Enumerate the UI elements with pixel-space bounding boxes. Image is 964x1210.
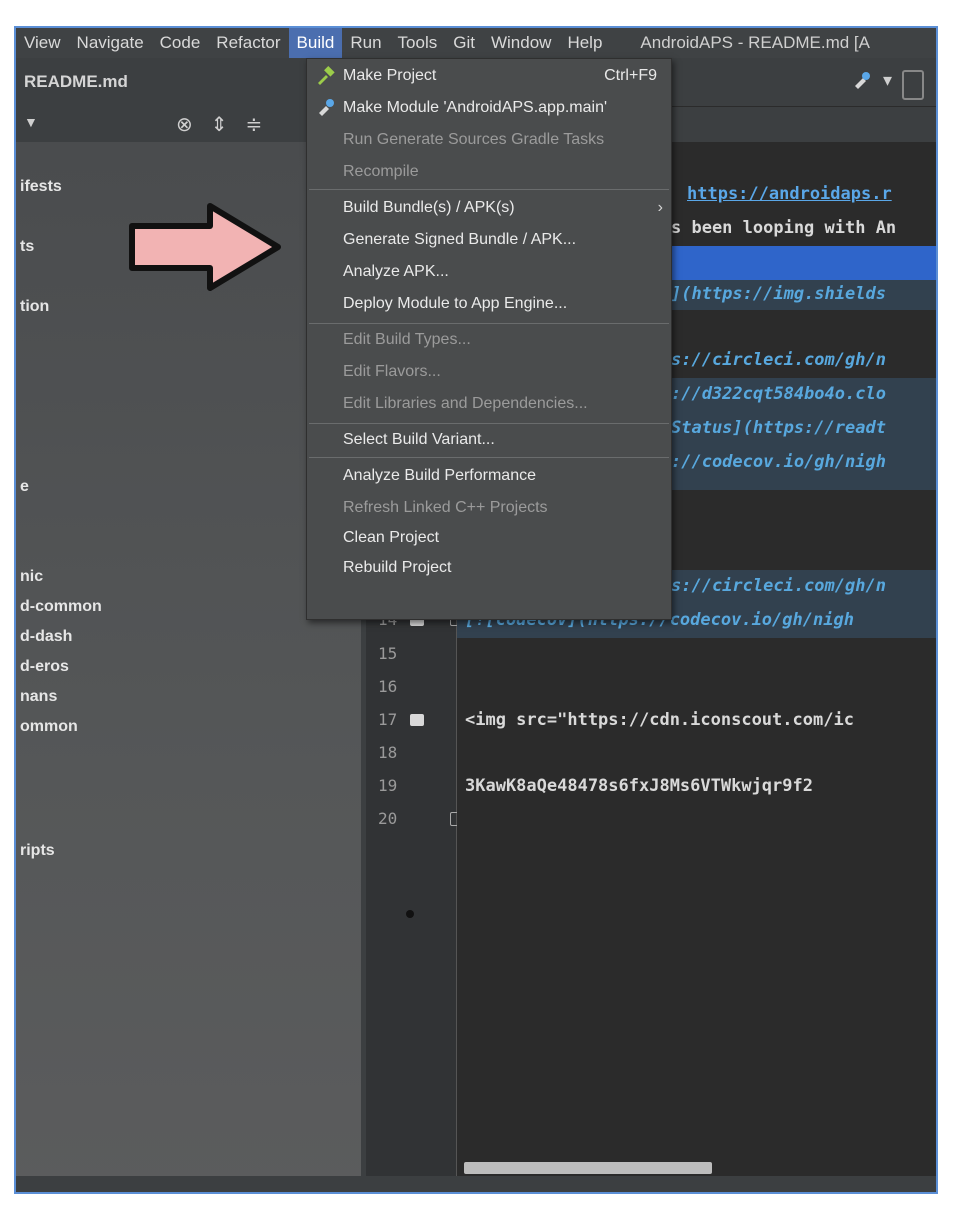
menu-item-analyze-apk[interactable]: Analyze APK...: [307, 257, 671, 287]
build-run-icon[interactable]: [851, 70, 873, 100]
chevron-down-icon[interactable]: ▾: [883, 70, 892, 100]
line-number: 19: [378, 776, 398, 795]
locate-icon[interactable]: ⊗: [176, 112, 193, 137]
menu-item-label: Recompile: [343, 163, 419, 180]
menu-separator: [309, 189, 669, 190]
window-title: AndroidAPS - README.md [A: [640, 33, 870, 52]
menu-run[interactable]: Run: [342, 28, 389, 58]
menu-separator: [309, 323, 669, 324]
line-number: 20: [378, 809, 398, 828]
menu-item-generate-signed[interactable]: Generate Signed Bundle / APK...: [307, 225, 671, 255]
tree-item[interactable]: d-common: [20, 598, 102, 616]
menu-item-label: Generate Signed Bundle / APK...: [343, 231, 577, 248]
menu-item-recompile[interactable]: Recompile: [307, 157, 671, 187]
menu-item-make-module[interactable]: Make Module 'AndroidAPS.app.main': [307, 93, 671, 123]
menu-item-rebuild-project[interactable]: Rebuild Project: [307, 553, 671, 583]
horizontal-scrollbar[interactable]: [464, 1162, 712, 1174]
menu-item-label: Make Project: [343, 67, 437, 84]
menu-build[interactable]: Build: [288, 28, 343, 58]
menu-item-edit-libraries[interactable]: Edit Libraries and Dependencies...: [307, 389, 671, 419]
menu-item-label: Analyze APK...: [343, 263, 449, 280]
menu-item-refresh-cpp[interactable]: Refresh Linked C++ Projects: [307, 493, 671, 523]
collapse-all-icon[interactable]: ≑: [246, 112, 263, 137]
chevron-down-icon[interactable]: ▼: [24, 114, 38, 130]
menu-window[interactable]: Window: [483, 28, 559, 58]
menu-bar: View Navigate Code Refactor Build Run To…: [16, 28, 936, 58]
menu-item-make-project[interactable]: Make Project Ctrl+F9: [307, 61, 671, 91]
menu-item-run-generate-sources[interactable]: Run Generate Sources Gradle Tasks: [307, 125, 671, 155]
menu-item-shortcut: Ctrl+F9: [604, 67, 657, 84]
toolbar-box-icon[interactable]: [902, 70, 924, 100]
menu-item-label: Rebuild Project: [343, 559, 452, 576]
code-text: s been looping with An: [671, 218, 897, 238]
code-text: ://d322cqt584bo4o.clo: [671, 384, 886, 404]
tree-item[interactable]: nic: [20, 568, 43, 586]
code-text: s://circleci.com/gh/n: [671, 350, 886, 370]
menu-item-label: Run Generate Sources Gradle Tasks: [343, 131, 605, 148]
menu-item-label: Analyze Build Performance: [343, 467, 536, 484]
menu-item-label: Build Bundle(s) / APK(s): [343, 199, 515, 216]
tree-item[interactable]: d-eros: [20, 658, 69, 676]
menu-item-edit-flavors[interactable]: Edit Flavors...: [307, 357, 671, 387]
line-number: 18: [378, 743, 398, 762]
menu-item-label: Make Module 'AndroidAPS.app.main': [343, 99, 608, 116]
menu-tools[interactable]: Tools: [390, 28, 446, 58]
menu-refactor[interactable]: Refactor: [208, 28, 288, 58]
menu-item-label: Deploy Module to App Engine...: [343, 295, 568, 312]
line-number: 17: [378, 710, 398, 729]
code-text: 3KawK8aQe48478s6fxJ8Ms6VTWkwjqr9f2: [465, 776, 813, 796]
menu-item-label: Edit Libraries and Dependencies...: [343, 395, 588, 412]
stray-dot: [406, 910, 414, 918]
toolbar-right: ▾: [851, 70, 924, 100]
build-menu-dropdown: Make Project Ctrl+F9 Make Module 'Androi…: [306, 58, 672, 620]
code-text: ](https://img.shields: [671, 284, 886, 304]
build-module-icon: [319, 99, 334, 116]
status-bar: [16, 1176, 936, 1192]
tree-item[interactable]: ommon: [20, 718, 78, 736]
code-text: <img src="https://cdn.iconscout.com/ic: [465, 710, 854, 730]
menu-item-build-bundles[interactable]: Build Bundle(s) / APK(s) ›: [307, 193, 671, 223]
menu-item-label: Edit Flavors...: [343, 363, 441, 380]
line-number: 16: [378, 677, 398, 696]
menu-code[interactable]: Code: [152, 28, 209, 58]
menu-separator: [309, 457, 669, 458]
code-text: ://codecov.io/gh/nigh: [671, 452, 886, 472]
menu-item-label: Select Build Variant...: [343, 431, 495, 448]
tree-item[interactable]: tion: [20, 298, 49, 316]
pink-arrow-icon: [129, 203, 281, 291]
image-preview-icon[interactable]: [410, 714, 424, 726]
code-text: https://androidaps.r: [687, 184, 892, 204]
menu-item-select-build-variant[interactable]: Select Build Variant...: [307, 425, 671, 455]
menu-item-label: Edit Build Types...: [343, 331, 471, 348]
menu-help[interactable]: Help: [559, 28, 610, 58]
line-number: 15: [378, 644, 398, 663]
tree-item[interactable]: d-dash: [20, 628, 72, 646]
menu-navigate[interactable]: Navigate: [69, 28, 152, 58]
tree-item[interactable]: ripts: [20, 842, 55, 860]
menu-item-edit-build-types[interactable]: Edit Build Types...: [307, 325, 671, 355]
menu-git[interactable]: Git: [445, 28, 483, 58]
tree-item[interactable]: ts: [20, 238, 34, 256]
menu-item-clean-project[interactable]: Clean Project: [307, 523, 671, 553]
hammer-icon: [318, 66, 335, 85]
code-text: Status](https://readt: [671, 418, 886, 438]
menu-item-analyze-build-performance[interactable]: Analyze Build Performance: [307, 461, 671, 491]
expand-all-icon[interactable]: ⇕: [211, 112, 228, 137]
project-tool-icons: ⊗ ⇕ ≑: [176, 112, 262, 137]
menu-view[interactable]: View: [16, 28, 69, 58]
menu-item-label: Refresh Linked C++ Projects: [343, 499, 548, 516]
tree-item[interactable]: e: [20, 478, 29, 496]
menu-item-label: Clean Project: [343, 529, 440, 546]
tab-readme[interactable]: README.md: [24, 72, 128, 92]
menu-separator: [309, 423, 669, 424]
chevron-right-icon: ›: [657, 199, 663, 216]
menu-item-deploy-module[interactable]: Deploy Module to App Engine...: [307, 289, 671, 319]
tree-item[interactable]: nans: [20, 688, 57, 706]
tree-item[interactable]: ifests: [20, 178, 62, 196]
code-text: s://circleci.com/gh/n: [671, 576, 886, 596]
ide-window: View Navigate Code Refactor Build Run To…: [14, 26, 938, 1194]
